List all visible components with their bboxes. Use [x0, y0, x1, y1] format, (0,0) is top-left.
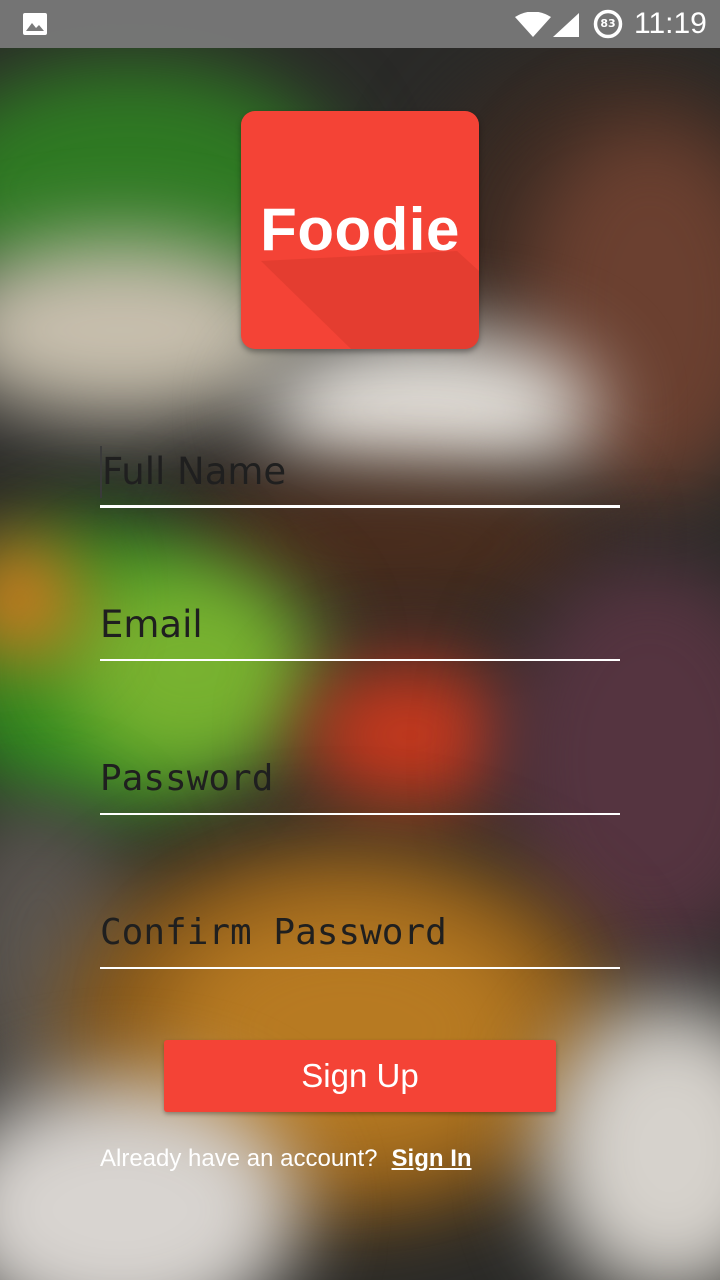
status-clock: 11:19 — [634, 7, 707, 40]
confirm-password-input[interactable] — [100, 897, 620, 967]
full-name-input[interactable] — [100, 436, 622, 506]
battery-icon: 83 — [593, 9, 623, 39]
logo-text: Foodie — [260, 196, 460, 263]
full-name-underline — [100, 505, 620, 508]
app-logo: Foodie — [241, 111, 479, 349]
sign-in-prompt: Already have an account? — [100, 1145, 378, 1172]
email-field[interactable] — [100, 589, 620, 661]
wifi-icon — [515, 12, 551, 37]
confirm-password-field[interactable] — [100, 897, 620, 969]
sign-in-row: Already have an account? Sign In — [100, 1142, 472, 1176]
confirm-password-underline — [100, 967, 620, 969]
full-name-field[interactable] — [100, 436, 622, 508]
sign-in-link[interactable]: Sign In — [392, 1145, 472, 1172]
password-field[interactable] — [100, 743, 620, 815]
battery-level: 83 — [600, 17, 616, 30]
text-cursor — [100, 446, 102, 498]
sign-up-button[interactable]: Sign Up — [164, 1040, 556, 1112]
email-underline — [100, 659, 620, 661]
signup-screen: 83 11:19 Foodie Sign Up Already have an … — [0, 0, 720, 1280]
email-input[interactable] — [100, 589, 620, 659]
signal-icon — [553, 13, 579, 37]
status-bar: 83 11:19 — [0, 0, 720, 48]
password-underline — [100, 813, 620, 815]
gallery-icon — [23, 13, 47, 35]
password-input[interactable] — [100, 743, 620, 813]
